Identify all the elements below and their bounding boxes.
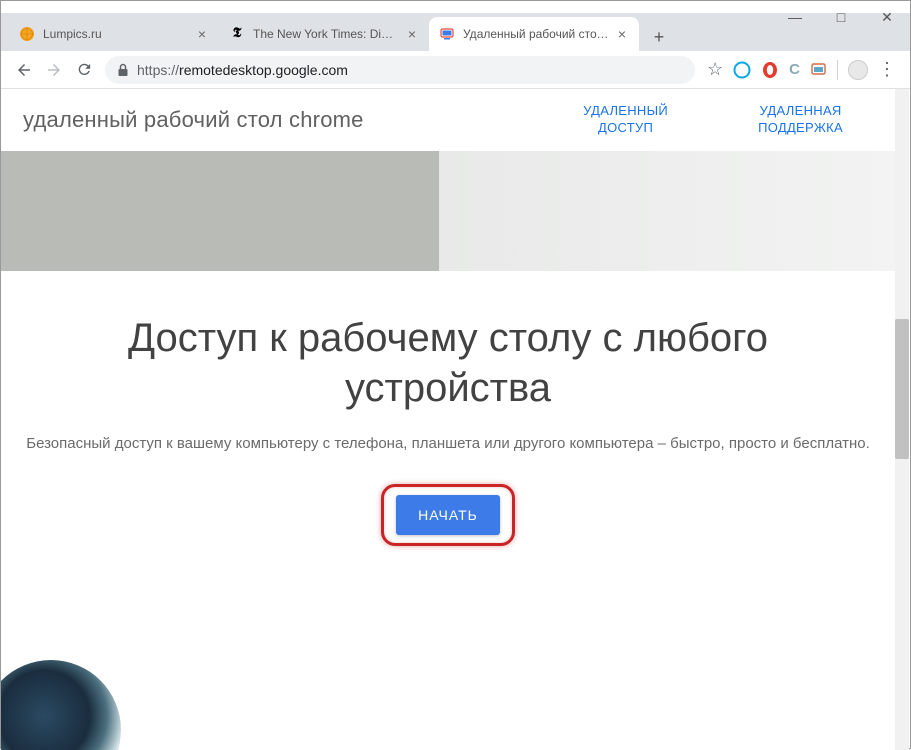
tab-nytimes[interactable]: 𝕿 The New York Times: Digital × [219, 17, 429, 51]
extension-icon[interactable] [733, 61, 751, 79]
tab-title: The New York Times: Digital [253, 27, 399, 41]
url-host: remotedesktop.google.com [179, 62, 348, 78]
tab-lumpics[interactable]: Lumpics.ru × [9, 17, 219, 51]
browser-toolbar: https://remotedesktop.google.com ☆ C ⋮ [1, 51, 910, 89]
address-bar[interactable]: https://remotedesktop.google.com [105, 56, 695, 84]
url-protocol: https:// [137, 62, 179, 78]
app-header: удаленный рабочий стол chrome УДАЛЕННЫЙД… [1, 89, 895, 151]
minimize-button[interactable]: — [772, 1, 818, 33]
favicon-icon: 𝕿 [229, 26, 245, 42]
close-window-button[interactable]: ✕ [864, 1, 910, 33]
separator [837, 60, 838, 80]
chrome-menu-button[interactable]: ⋮ [878, 59, 896, 80]
nav-remote-access[interactable]: УДАЛЕННЫЙДОСТУП [583, 103, 668, 137]
maximize-button[interactable]: □ [818, 1, 864, 33]
tab-title: Lumpics.ru [43, 27, 189, 41]
hero-subtext: Безопасный доступ к вашему компьютеру с … [21, 433, 875, 456]
close-icon[interactable]: × [615, 27, 629, 41]
nav-remote-support[interactable]: УДАЛЕННАЯПОДДЕРЖКА [758, 103, 843, 137]
favicon-icon [439, 26, 455, 42]
reload-button[interactable] [69, 55, 99, 85]
start-button[interactable]: НАЧАТЬ [396, 495, 500, 535]
scrollbar-thumb[interactable] [895, 319, 909, 459]
page-viewport: удаленный рабочий стол chrome УДАЛЕННЫЙД… [1, 89, 910, 750]
extension-icon[interactable] [761, 61, 779, 79]
favicon-icon [19, 26, 35, 42]
hero-section: Доступ к рабочему столу с любогоустройст… [1, 271, 895, 606]
hero-image [1, 151, 895, 271]
highlight-annotation: НАЧАТЬ [381, 484, 515, 546]
forward-button[interactable] [39, 55, 69, 85]
spacer [1, 606, 895, 681]
decorative-section [1, 680, 895, 750]
back-button[interactable] [9, 55, 39, 85]
toolbar-right: ☆ C ⋮ [701, 59, 902, 80]
lock-icon [117, 63, 129, 77]
hero-heading: Доступ к рабочему столу с любогоустройст… [21, 313, 875, 413]
new-tab-button[interactable]: + [645, 23, 673, 51]
tab-title: Удаленный рабочий стол C [463, 27, 609, 41]
profile-avatar[interactable] [848, 60, 868, 80]
close-icon[interactable]: × [405, 27, 419, 41]
extension-icon[interactable] [810, 61, 827, 78]
bookmark-star-icon[interactable]: ☆ [707, 59, 723, 80]
extension-icon[interactable]: C [789, 61, 800, 78]
app-title: удаленный рабочий стол chrome [23, 107, 364, 133]
tab-remotedesktop[interactable]: Удаленный рабочий стол C × [429, 17, 639, 51]
close-icon[interactable]: × [195, 27, 209, 41]
